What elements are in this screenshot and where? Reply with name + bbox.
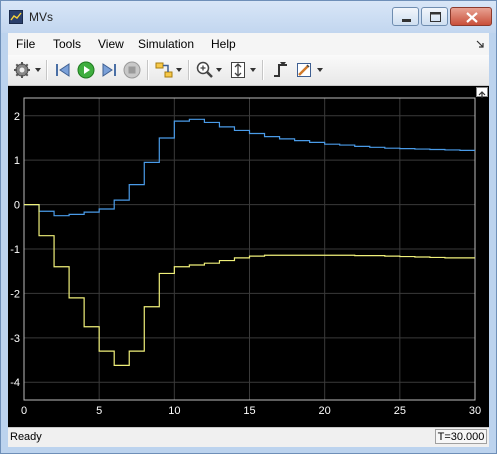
scale-dropdown-icon[interactable] [250,68,256,72]
highlight-icon [155,62,173,78]
menu-collapse-arrow-icon[interactable] [475,39,485,49]
y-tick-label: 1 [14,155,20,167]
step-forward-icon [102,63,116,77]
toolbar-separator [188,60,190,80]
run-button[interactable] [76,60,96,80]
style-button[interactable] [294,60,314,80]
close-button[interactable] [450,7,492,26]
close-icon [466,12,478,23]
toolbar-separator [147,60,149,80]
plot-area[interactable]: 0 5 10 15 20 25 30 2 1 0 -1 -2 -3 -4 [8,86,489,427]
x-tick-label: 5 [96,405,102,417]
scope-chart[interactable]: 0 5 10 15 20 25 30210-1-2-3-4 [8,86,489,427]
toolbar [8,55,489,86]
y-tick-label: -2 [10,288,20,300]
window-title: MVs [29,10,53,24]
title-bar[interactable]: MVs [1,1,496,33]
y-tick-label: 2 [14,111,20,123]
menu-file[interactable]: File [16,37,35,51]
status-text: Ready [10,431,42,443]
toolbar-separator [46,60,48,80]
y-tick-label: -4 [10,377,20,389]
scale-icon [231,62,245,78]
y-tick-label: -3 [10,333,20,345]
menu-tools[interactable]: Tools [53,37,81,51]
menu-help[interactable]: Help [211,37,236,51]
y-tick-label: -1 [10,244,20,256]
settings-icon [14,62,30,78]
highlight-dropdown-icon[interactable] [176,68,182,72]
maximize-button[interactable] [421,7,448,26]
menu-view[interactable]: View [98,37,124,51]
client-area: File Tools View Simulation Help 0 5 10 1… [8,33,489,447]
step-back-icon [56,63,70,77]
scope-window: MVs File Tools View Simulation Help 0 5 … [0,0,497,454]
step-back-button[interactable] [53,60,73,80]
toolbar-separator [262,60,264,80]
settings-button[interactable] [12,60,32,80]
x-tick-label: 0 [21,405,27,417]
status-bar: Ready T=30.000 [8,427,489,447]
scope-app-icon [9,10,23,24]
scale-axes-button[interactable] [228,60,248,80]
x-tick-label: 20 [319,405,331,417]
undock-icon [478,91,486,98]
x-tick-label: 15 [243,405,255,417]
triggers-icon [274,62,287,77]
style-dropdown-icon[interactable] [317,68,323,72]
simulation-time: T=30.000 [435,429,487,444]
style-icon [297,63,311,77]
settings-dropdown-icon[interactable] [35,68,41,72]
triggers-button[interactable] [271,60,291,80]
zoom-dropdown-icon[interactable] [216,68,222,72]
step-forward-button[interactable] [99,60,119,80]
highlight-button[interactable] [154,60,174,80]
zoom-button[interactable] [195,60,215,80]
undock-button[interactable] [476,87,488,98]
menu-bar: File Tools View Simulation Help [8,33,489,55]
x-tick-label: 30 [469,405,481,417]
menu-simulation[interactable]: Simulation [138,37,194,51]
stop-icon [123,61,141,79]
x-tick-label: 25 [394,405,406,417]
zoom-icon [196,61,213,78]
run-icon [77,61,95,79]
maximize-icon [430,12,441,22]
x-tick-label: 10 [168,405,180,417]
minimize-button[interactable] [392,7,419,26]
stop-button[interactable] [122,60,142,80]
y-tick-label: 0 [14,200,20,212]
minimize-icon [402,19,411,22]
